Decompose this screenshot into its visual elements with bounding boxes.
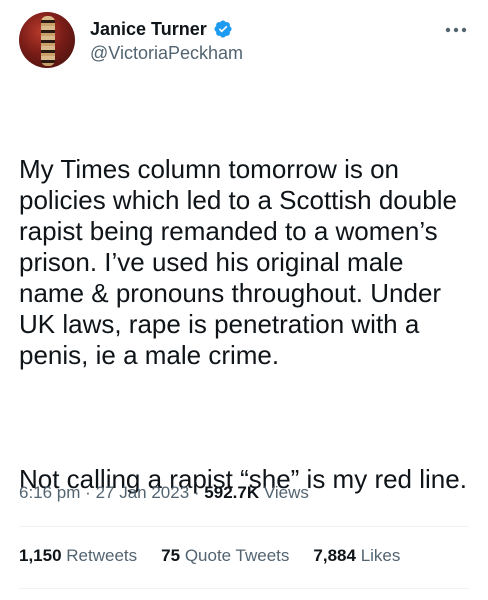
meta-separator: · — [193, 483, 205, 502]
more-horizontal-icon — [445, 27, 467, 33]
quote-tweets-count: 75 — [161, 546, 181, 565]
tweet-time[interactable]: 6:16 pm — [19, 483, 80, 502]
likes-count: 7,884 — [313, 546, 356, 565]
divider — [19, 526, 469, 527]
retweets-count: 1,150 — [19, 546, 62, 565]
tweet-paragraph: My Times column tomorrow is on policies … — [19, 154, 465, 370]
views-count: 592.7K — [204, 483, 260, 502]
quote-tweets-label: Quote Tweets — [184, 546, 290, 565]
divider — [19, 588, 469, 589]
display-name[interactable]: Janice Turner — [90, 19, 207, 40]
more-button[interactable] — [442, 20, 470, 40]
tweet-text: My Times column tomorrow is on policies … — [19, 92, 475, 526]
quote-tweets-stat[interactable]: 75 Quote Tweets — [161, 546, 289, 566]
views-label: Views — [263, 483, 309, 502]
tweet-date[interactable]: 27 Jan 2023 — [96, 483, 190, 502]
avatar-image-detail — [41, 16, 55, 66]
name-row: Janice Turner — [90, 18, 243, 40]
likes-label: Likes — [360, 546, 401, 565]
tweet-meta: 6:16 pm · 27 Jan 2023 · 592.7K Views — [19, 483, 309, 503]
likes-stat[interactable]: 7,884 Likes — [313, 546, 400, 566]
user-handle[interactable]: @VictoriaPeckham — [90, 43, 243, 64]
user-block: Janice Turner @VictoriaPeckham — [90, 18, 243, 64]
meta-separator: · — [85, 483, 96, 502]
retweets-stat[interactable]: 1,150 Retweets — [19, 546, 137, 566]
engagement-stats: 1,150 Retweets 75 Quote Tweets 7,884 Lik… — [19, 546, 400, 566]
retweets-label: Retweets — [66, 546, 138, 565]
verified-badge-icon — [213, 19, 233, 39]
avatar[interactable] — [19, 12, 75, 68]
